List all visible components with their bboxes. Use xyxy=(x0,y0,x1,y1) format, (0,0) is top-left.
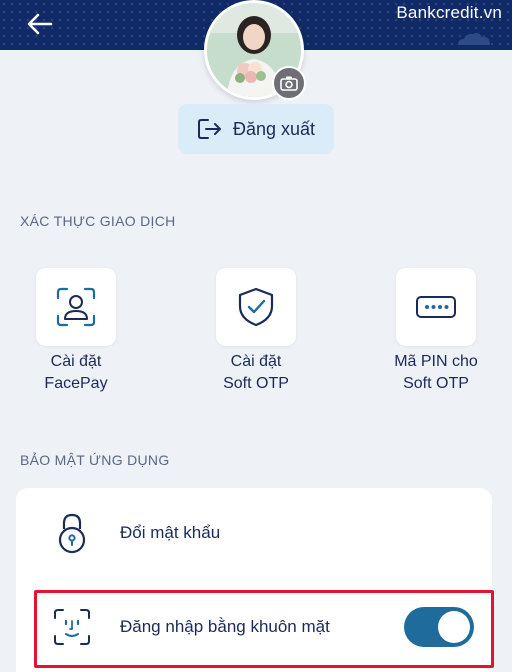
back-button[interactable] xyxy=(22,6,58,42)
arrow-left-icon xyxy=(27,13,53,35)
logout-button[interactable]: Đăng xuất xyxy=(178,104,334,154)
cloud-icon xyxy=(458,33,490,45)
tile-label-line2: FacePay xyxy=(44,375,108,392)
section-title-app-security: BẢO MẬT ỨNG DỤNG xyxy=(20,452,170,468)
shield-check-icon xyxy=(238,287,274,327)
row-icon xyxy=(52,511,92,555)
soft-otp-setup-button[interactable] xyxy=(216,268,296,346)
camera-icon xyxy=(280,76,298,91)
face-id-icon xyxy=(54,609,90,645)
face-scan-icon xyxy=(56,287,96,327)
tile-label-line1: Mã PIN cho xyxy=(394,353,478,370)
tile-label-line1: Cài đặt xyxy=(230,353,282,370)
tile-label-line2: Soft OTP xyxy=(223,375,289,392)
toggle-knob xyxy=(438,611,470,643)
change-photo-button[interactable] xyxy=(272,66,306,100)
profile-avatar[interactable] xyxy=(204,0,306,100)
lock-icon xyxy=(58,513,86,554)
logout-icon xyxy=(197,119,221,139)
tile-label-line2: Soft OTP xyxy=(403,375,469,392)
tile-label-facepay: Cài đặt FacePay xyxy=(16,351,136,395)
tile-label-soft-otp: Cài đặt Soft OTP xyxy=(196,351,316,395)
facepay-setup-button[interactable] xyxy=(36,268,116,346)
section-title-transaction-auth: XÁC THỰC GIAO DỊCH xyxy=(20,213,176,229)
row-icon xyxy=(52,605,92,649)
watermark-text: Bankcredit.vn xyxy=(396,3,502,22)
change-password-label: Đổi mật khẩu xyxy=(120,523,221,542)
otp-pin-button[interactable] xyxy=(396,268,476,346)
logout-label: Đăng xuất xyxy=(232,118,316,139)
pin-dots-icon xyxy=(416,296,456,318)
face-login-toggle[interactable] xyxy=(404,607,474,647)
change-password-row[interactable]: Đổi mật khẩu xyxy=(16,493,492,573)
face-login-label: Đăng nhập bằng khuôn mặt xyxy=(120,617,330,636)
tile-label-line1: Cài đặt xyxy=(50,353,102,370)
tile-label-pin: Mã PIN cho Soft OTP xyxy=(376,351,496,395)
